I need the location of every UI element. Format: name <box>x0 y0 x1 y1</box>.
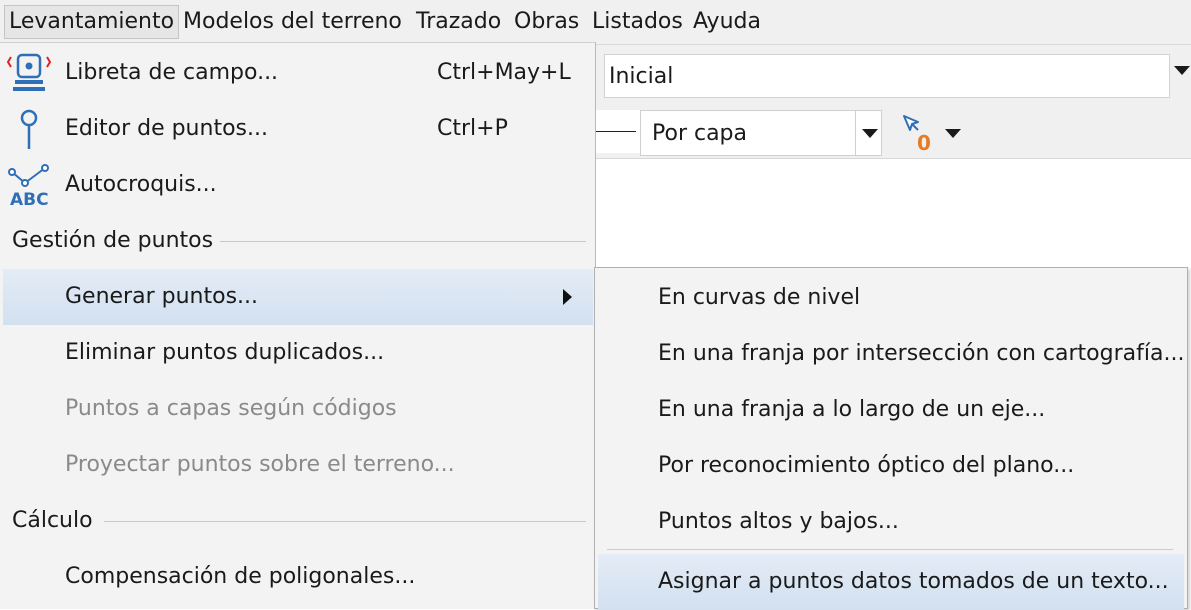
submenu-item-label: En una franja por intersección con carto… <box>658 341 1185 366</box>
menu-item-generar-puntos[interactable]: Generar puntos... <box>3 269 593 325</box>
section-label: Gestión de puntos <box>12 228 214 253</box>
svg-text:ABC: ABC <box>10 190 49 207</box>
menu-item-label: Autocroquis... <box>65 172 217 197</box>
section-divider <box>220 241 586 242</box>
submenu-separator <box>607 549 1173 550</box>
submenu-item-label: Asignar a puntos datos tomados de un tex… <box>658 569 1169 594</box>
menu-levantamiento[interactable]: Levantamiento <box>4 5 180 39</box>
selection-count: 0 <box>917 131 931 152</box>
submenu-arrow-icon <box>563 289 572 305</box>
field-book-icon <box>7 53 51 91</box>
menu-item-label: Proyectar puntos sobre el terreno... <box>65 452 455 477</box>
generar-puntos-submenu: En curvas de nivel En una franja por int… <box>594 267 1188 610</box>
menu-item-eliminar-puntos-duplicados[interactable]: Eliminar puntos duplicados... <box>3 325 593 381</box>
submenu-item-puntos-altos-bajos[interactable]: Puntos altos y bajos... <box>598 494 1184 550</box>
submenu-item-label: Puntos altos y bajos... <box>658 509 899 534</box>
menu-item-label: Eliminar puntos duplicados... <box>65 340 385 365</box>
submenu-item-label: En curvas de nivel <box>658 285 861 310</box>
linetype-combo[interactable]: Por capa <box>640 110 882 156</box>
menu-ayuda[interactable]: Ayuda <box>689 5 765 39</box>
menu-obras[interactable]: Obras <box>510 5 583 39</box>
section-label: Cálculo <box>12 508 93 533</box>
submenu-item-label: En una franja a lo largo de un eje... <box>658 397 1046 422</box>
menu-item-label: Libreta de campo... <box>65 60 279 85</box>
menu-item-compensacion-de-poligonales[interactable]: Compensación de poligonales... <box>3 549 593 605</box>
view-combo[interactable]: Inicial <box>604 54 1170 98</box>
section-gestion-de-puntos: Gestión de puntos <box>0 213 596 269</box>
shortcut-label: Ctrl+P <box>437 116 508 141</box>
menu-item-editor-de-puntos[interactable]: Editor de puntos... Ctrl+P <box>3 101 593 157</box>
autosketch-abc-icon: ABC <box>8 164 49 207</box>
view-combo-dropdown-arrow[interactable] <box>1174 66 1190 75</box>
menu-trazado[interactable]: Trazado <box>412 5 505 39</box>
point-pin-icon <box>20 109 38 149</box>
menu-item-label: Puntos a capas según códigos <box>65 396 397 421</box>
selection-dropdown-arrow[interactable] <box>945 129 961 138</box>
levantamiento-dropdown: Libreta de campo... Ctrl+May+L Editor de… <box>0 42 596 609</box>
linetype-combo-dropdown-arrow[interactable] <box>855 110 882 156</box>
submenu-item-label: Por reconocimiento óptico del plano... <box>658 453 1075 478</box>
menu-item-proyectar-puntos: Proyectar puntos sobre el terreno... <box>3 437 593 493</box>
submenu-item-curvas-de-nivel[interactable]: En curvas de nivel <box>598 270 1184 326</box>
submenu-item-reconocimiento-optico[interactable]: Por reconocimiento óptico del plano... <box>598 438 1184 494</box>
linetype-preview <box>596 110 640 153</box>
menu-item-label: Compensación de poligonales... <box>65 564 416 589</box>
submenu-item-franja-interseccion[interactable]: En una franja por intersección con carto… <box>598 326 1184 382</box>
section-calculo: Cálculo <box>0 493 596 549</box>
menu-item-label: Editor de puntos... <box>65 116 268 141</box>
section-divider <box>104 521 586 522</box>
menu-item-autocroquis[interactable]: ABC Autocroquis... <box>3 157 593 213</box>
submenu-item-asignar-datos-texto[interactable]: Asignar a puntos datos tomados de un tex… <box>598 554 1184 610</box>
menu-listados[interactable]: Listados <box>588 5 687 39</box>
menu-modelos-del-terreno[interactable]: Modelos del terreno <box>179 5 406 39</box>
menu-item-libreta-de-campo[interactable]: Libreta de campo... Ctrl+May+L <box>3 45 593 101</box>
shortcut-label: Ctrl+May+L <box>437 60 571 85</box>
menu-item-label: Generar puntos... <box>65 284 259 309</box>
menu-item-puntos-a-capas: Puntos a capas según códigos <box>3 381 593 437</box>
submenu-item-franja-eje[interactable]: En una franja a lo largo de un eje... <box>598 382 1184 438</box>
menu-bar: Levantamiento Modelos del terreno Trazad… <box>0 0 1191 45</box>
selection-cursor-icon[interactable]: 0 <box>900 112 940 152</box>
